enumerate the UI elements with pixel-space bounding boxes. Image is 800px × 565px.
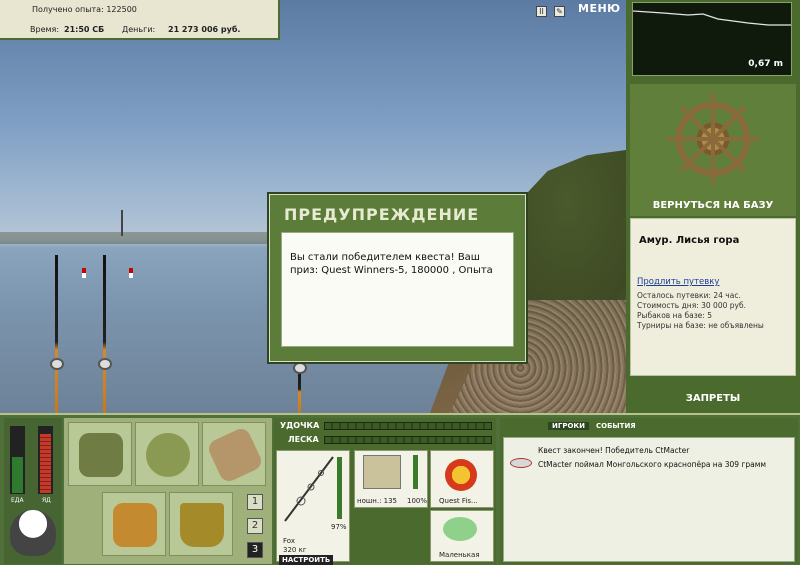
chat-line: CtMacter поймал Монгольского краснопёра … <box>538 460 767 469</box>
basket-icon <box>113 503 157 547</box>
reel-text: ношн.: 135 <box>357 497 398 505</box>
time-label: Время: <box>30 25 60 34</box>
bag-icon <box>79 433 123 477</box>
rod-icon <box>284 456 334 522</box>
warning-dialog[interactable]: ПРЕДУПРЕЖДЕНИЕ Вы стали победителем квес… <box>269 194 526 362</box>
permit-remaining: Осталось путевки: 24 час. <box>637 291 741 300</box>
menu-button[interactable]: МЕНЮ <box>578 2 621 15</box>
lure-slot[interactable]: Quest Fis... <box>430 450 494 508</box>
poison-meter <box>38 426 53 494</box>
bait-icon <box>443 517 477 541</box>
bobber <box>129 268 133 278</box>
chat-tabs: ИГРОКИ СОБЫТИЯ <box>548 422 648 432</box>
lure-icon <box>445 459 477 491</box>
rod-tension-bar <box>324 422 492 430</box>
rod-slot[interactable]: Fox 320 кг 97% НАСТРОИТЬ <box>276 450 350 565</box>
depth-graph: 0,67 m <box>632 2 792 76</box>
reel-icon <box>363 455 401 489</box>
fishing-rod[interactable] <box>103 255 106 413</box>
bans-button[interactable]: ЗАПРЕТЫ <box>630 388 796 410</box>
line-label: ЛЕСКА <box>288 435 319 444</box>
rod-reel <box>50 358 64 370</box>
inventory-slot[interactable] <box>169 492 233 556</box>
pause-icon[interactable]: II <box>536 6 547 17</box>
food-meter <box>10 426 25 494</box>
rod-percent: 97% <box>331 523 347 531</box>
exp-value: 122500 <box>106 5 137 14</box>
poison-label: ЯД <box>42 497 51 504</box>
inventory-slot[interactable] <box>102 492 166 556</box>
page-2-button[interactable]: 2 <box>247 518 263 534</box>
tackle-panel: УДОЧКА ЛЕСКА Fox 320 кг 97% НАСТРОИТЬ но… <box>274 418 496 565</box>
return-to-base-button[interactable]: ВЕРНУТЬСЯ НА БАЗУ <box>630 196 796 216</box>
cauldron-icon[interactable] <box>10 510 56 556</box>
food-label: ЕДА <box>11 497 24 504</box>
setup-button[interactable]: НАСТРОИТЬ <box>279 555 334 565</box>
bait-slot[interactable]: Маленькая <box>430 510 494 562</box>
fishers-on-base: Рыбаков на базе: 5 <box>637 311 712 320</box>
top-toolbar: II ✎ МЕНЮ <box>530 0 626 24</box>
bobber <box>82 268 86 278</box>
page-3-button[interactable]: 3 <box>247 542 263 558</box>
tournaments: Турниры на базе: не объявлены <box>637 321 764 330</box>
inventory-slot[interactable] <box>135 422 199 486</box>
fishing-rod[interactable] <box>55 255 58 413</box>
rod-reel <box>98 358 112 370</box>
line-tension-bar <box>324 436 492 444</box>
bait-name: Маленькая <box>439 551 480 559</box>
day-cost: Стоимость дня: 30 000 руб. <box>637 301 746 310</box>
time-value: 21:50 СБ <box>64 25 105 34</box>
fish-icon <box>510 458 532 468</box>
dialog-body: Вы стали победителем квеста! Ваш приз: Q… <box>281 232 514 347</box>
tower <box>121 210 123 236</box>
inventory-panel: 1 2 3 <box>64 418 272 564</box>
location-info: Амур. Лисья гора Продлить путевку Остало… <box>630 218 796 376</box>
chat-log: Квест закончен! Победитель CtMacter CtMa… <box>503 437 795 562</box>
rod-durability-bar <box>337 457 342 519</box>
reel-durability-bar <box>413 455 418 489</box>
tab-players[interactable]: ИГРОКИ <box>548 422 589 430</box>
money-value: 21 273 006 руб. <box>168 25 241 34</box>
inventory-slot[interactable] <box>202 422 266 486</box>
ship-wheel-icon[interactable] <box>630 84 796 194</box>
status-meters: ЕДА ЯД <box>4 418 62 564</box>
bucket-icon <box>180 503 224 547</box>
sack-icon <box>146 433 190 477</box>
inventory-slot[interactable] <box>68 422 132 486</box>
location-title: Амур. Лисья гора <box>639 235 740 246</box>
player-info-panel: Получено опыта: 122500 Время: 21:50 СБ Д… <box>0 0 280 40</box>
page-1-button[interactable]: 1 <box>247 494 263 510</box>
exp-label: Получено опыта: <box>32 5 104 14</box>
reel-slot[interactable]: ношн.: 135 100% <box>354 450 428 508</box>
lure-name: Quest Fis... <box>439 497 478 505</box>
experience-row: Получено опыта: 122500 <box>32 5 137 14</box>
tab-events[interactable]: СОБЫТИЯ <box>596 422 636 430</box>
dialog-title: ПРЕДУПРЕЖДЕНИЕ <box>284 205 480 224</box>
rod-name: Fox <box>283 537 295 545</box>
depth-value: 0,67 m <box>748 59 783 69</box>
money-label: Деньги: <box>122 25 156 34</box>
map-icon <box>205 425 265 485</box>
rod-reel <box>293 362 307 374</box>
extend-permit-link[interactable]: Продлить путевку <box>637 277 719 287</box>
settings-icon[interactable]: ✎ <box>554 6 565 17</box>
rod-capacity: 320 кг <box>283 546 307 554</box>
reel-percent: 100% <box>407 497 428 505</box>
chat-line: Квест закончен! Победитель CtMacter <box>538 446 690 455</box>
rod-label: УДОЧКА <box>280 421 320 430</box>
